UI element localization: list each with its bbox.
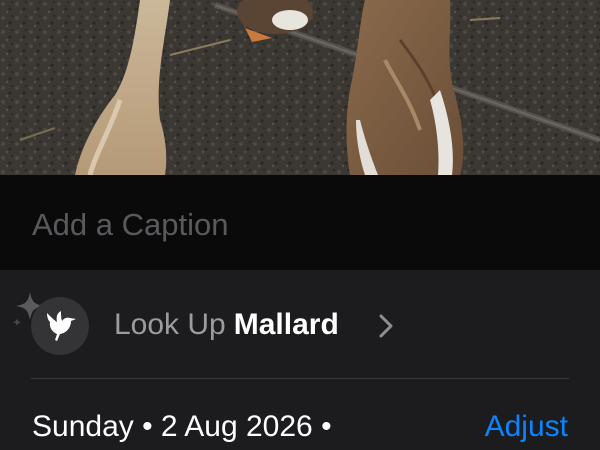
look-up-prefix: Look Up [114,308,226,341]
look-up-button[interactable]: Look Up Mallard [0,270,600,378]
ducks-photo [0,0,600,175]
bird-badge [31,297,89,355]
look-up-species: Mallard [233,308,339,341]
adjust-button[interactable]: Adjust [485,410,568,444]
caption-area [0,175,600,270]
photo-view[interactable] [0,0,600,175]
divider [31,378,569,379]
look-up-label: Look Up Mallard [114,308,339,342]
caption-input[interactable] [32,205,572,245]
photo-date: Sunday • 2 Aug 2026 • [32,410,332,443]
chevron-right-icon [379,314,393,338]
bird-icon [47,311,76,341]
info-panel: Look Up Mallard Sunday • 2 Aug 2026 • Adj… [0,270,600,450]
